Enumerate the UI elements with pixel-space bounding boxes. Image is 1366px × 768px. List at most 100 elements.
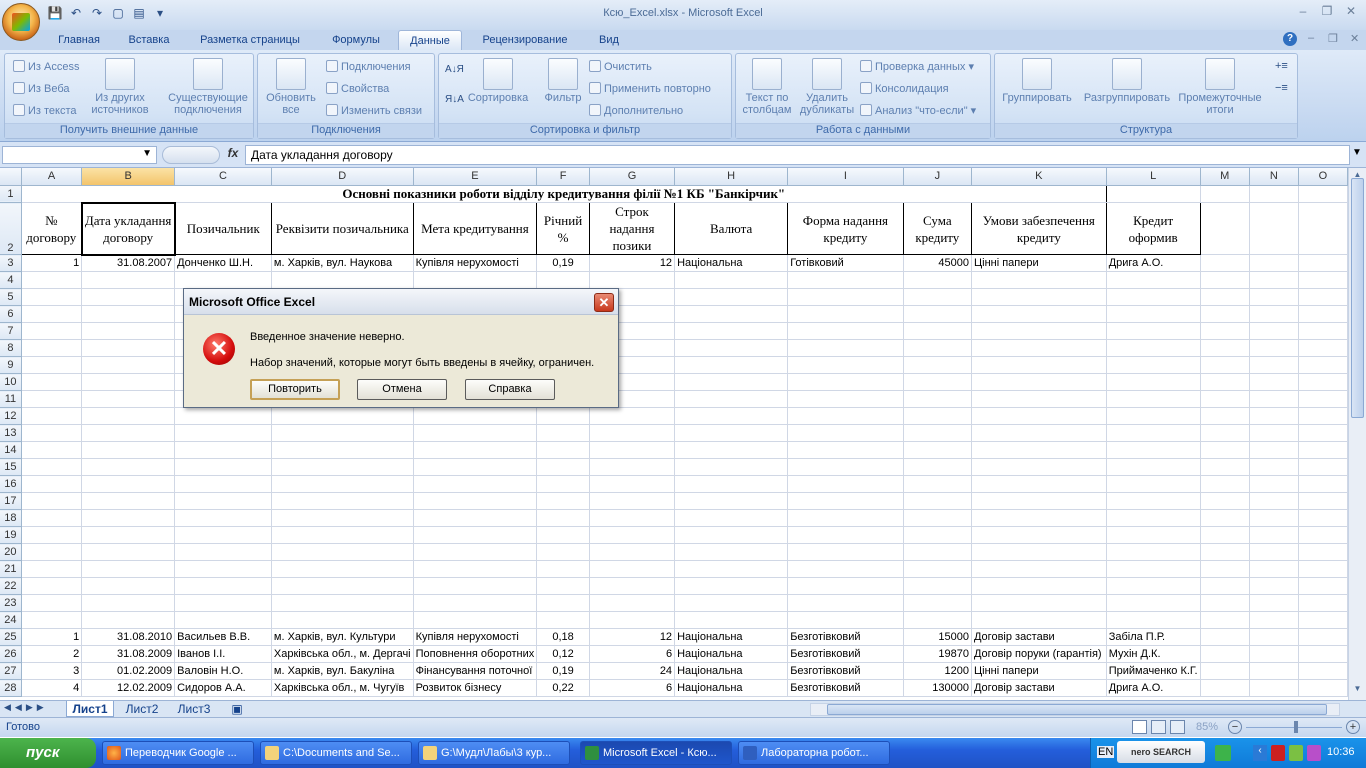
cell[interactable] xyxy=(1200,509,1250,527)
row-header[interactable]: 18 xyxy=(0,509,22,527)
cell[interactable] xyxy=(589,543,676,561)
cell[interactable]: 1 xyxy=(21,254,83,272)
cell[interactable]: 12 xyxy=(589,254,676,272)
consolidate-button[interactable]: Консолидация xyxy=(860,82,949,95)
cell[interactable] xyxy=(971,577,1107,595)
clear-button[interactable]: Очистить xyxy=(589,60,652,73)
cell[interactable] xyxy=(21,526,83,544)
cell[interactable] xyxy=(674,441,789,459)
cell[interactable] xyxy=(1249,611,1299,629)
acrobat-icon[interactable] xyxy=(1271,745,1285,761)
cell[interactable] xyxy=(903,492,972,510)
sheet-title-cell[interactable]: Основні показники роботи відділу кредиту… xyxy=(21,185,1107,203)
cell[interactable] xyxy=(1106,475,1201,493)
cell[interactable] xyxy=(81,509,176,527)
spreadsheet-grid[interactable]: A B C D E F G H I J K L M N O 1 Основні … xyxy=(0,168,1348,700)
print-preview-icon[interactable]: ▢ xyxy=(109,4,127,22)
page-break-icon[interactable] xyxy=(1170,720,1185,734)
cell[interactable] xyxy=(81,543,176,561)
cell[interactable] xyxy=(1200,662,1250,680)
cell[interactable]: Харківська обл., м. Чугуїв xyxy=(271,679,414,697)
cell[interactable] xyxy=(903,373,972,391)
cell[interactable] xyxy=(174,526,272,544)
cell[interactable] xyxy=(413,594,538,612)
sort-button[interactable]: Сортировка xyxy=(465,58,531,104)
row-header[interactable]: 22 xyxy=(0,577,22,595)
cell[interactable]: Національна xyxy=(674,662,789,680)
cell[interactable] xyxy=(1249,543,1299,561)
name-box[interactable]: ▼ xyxy=(2,146,157,164)
cell[interactable] xyxy=(787,475,904,493)
cell[interactable] xyxy=(1249,679,1299,697)
cell[interactable] xyxy=(1298,202,1348,255)
cell[interactable] xyxy=(787,390,904,408)
cell[interactable] xyxy=(1106,288,1201,306)
cell[interactable]: 1 xyxy=(21,628,83,646)
cell[interactable] xyxy=(1200,441,1250,459)
cell[interactable]: 12 xyxy=(589,628,676,646)
cell[interactable]: 31.08.2007 xyxy=(81,254,176,272)
cell[interactable] xyxy=(174,475,272,493)
cell[interactable] xyxy=(81,390,176,408)
page-layout-icon[interactable] xyxy=(1151,720,1166,734)
formula-expand-handle[interactable] xyxy=(162,146,220,164)
cell[interactable]: 24 xyxy=(589,662,676,680)
cell[interactable] xyxy=(903,577,972,595)
cell[interactable] xyxy=(21,441,83,459)
cell[interactable] xyxy=(413,441,538,459)
column-header[interactable]: K xyxy=(971,168,1107,186)
cell[interactable] xyxy=(787,424,904,442)
cell[interactable]: м. Харків, вул. Культури xyxy=(271,628,414,646)
help-icon[interactable]: ? xyxy=(1283,32,1297,46)
cell[interactable] xyxy=(536,594,590,612)
cell[interactable] xyxy=(1106,492,1201,510)
cell[interactable] xyxy=(971,543,1107,561)
insert-function-icon[interactable]: fx xyxy=(222,146,244,164)
column-header[interactable]: O xyxy=(1298,168,1348,186)
cell[interactable] xyxy=(536,424,590,442)
cell[interactable]: м. Харків, вул. Бакуліна xyxy=(271,662,414,680)
cell[interactable]: Поповнення оборотних xyxy=(413,645,538,663)
chevron-down-icon[interactable]: ▼ xyxy=(142,148,152,159)
cell[interactable] xyxy=(413,577,538,595)
cell[interactable] xyxy=(674,594,789,612)
what-if-button[interactable]: Анализ "что-если" ▾ xyxy=(860,104,976,117)
cell[interactable] xyxy=(903,390,972,408)
cell[interactable] xyxy=(1106,407,1201,425)
cell[interactable]: Національна xyxy=(674,628,789,646)
row-header[interactable]: 3 xyxy=(0,254,22,272)
cell[interactable] xyxy=(1106,373,1201,391)
cell[interactable]: Національна xyxy=(674,254,789,272)
cell[interactable] xyxy=(971,424,1107,442)
column-header[interactable]: G xyxy=(589,168,676,186)
cell[interactable] xyxy=(21,339,83,357)
horizontal-scrollbar[interactable] xyxy=(810,703,1340,716)
cell[interactable] xyxy=(1200,611,1250,629)
cell[interactable] xyxy=(787,322,904,340)
cell[interactable] xyxy=(674,424,789,442)
cell[interactable] xyxy=(787,526,904,544)
cell[interactable] xyxy=(271,526,414,544)
cell[interactable] xyxy=(903,594,972,612)
cell[interactable] xyxy=(674,458,789,476)
cell[interactable] xyxy=(589,560,676,578)
cell[interactable] xyxy=(1298,577,1348,595)
doc-restore-icon[interactable]: ❐ xyxy=(1328,32,1338,45)
cell[interactable] xyxy=(1249,492,1299,510)
cell[interactable] xyxy=(787,560,904,578)
cell[interactable]: Купівля нерухомості xyxy=(413,628,538,646)
cell[interactable] xyxy=(674,475,789,493)
cell[interactable] xyxy=(589,271,676,289)
cell[interactable] xyxy=(1200,526,1250,544)
cell[interactable]: Харківська обл., м. Дергачі xyxy=(271,645,414,663)
cell[interactable] xyxy=(971,560,1107,578)
vertical-scrollbar[interactable]: ▲ ▼ xyxy=(1348,168,1366,700)
row-header[interactable]: 28 xyxy=(0,679,22,697)
cell[interactable]: м. Харків, вул. Наукова xyxy=(271,254,414,272)
cell[interactable] xyxy=(1200,254,1250,272)
cell[interactable] xyxy=(1298,560,1348,578)
cell[interactable] xyxy=(1298,509,1348,527)
row-header[interactable]: 16 xyxy=(0,475,22,493)
cell[interactable]: 0,12 xyxy=(536,645,590,663)
tab-data[interactable]: Данные xyxy=(398,30,462,50)
